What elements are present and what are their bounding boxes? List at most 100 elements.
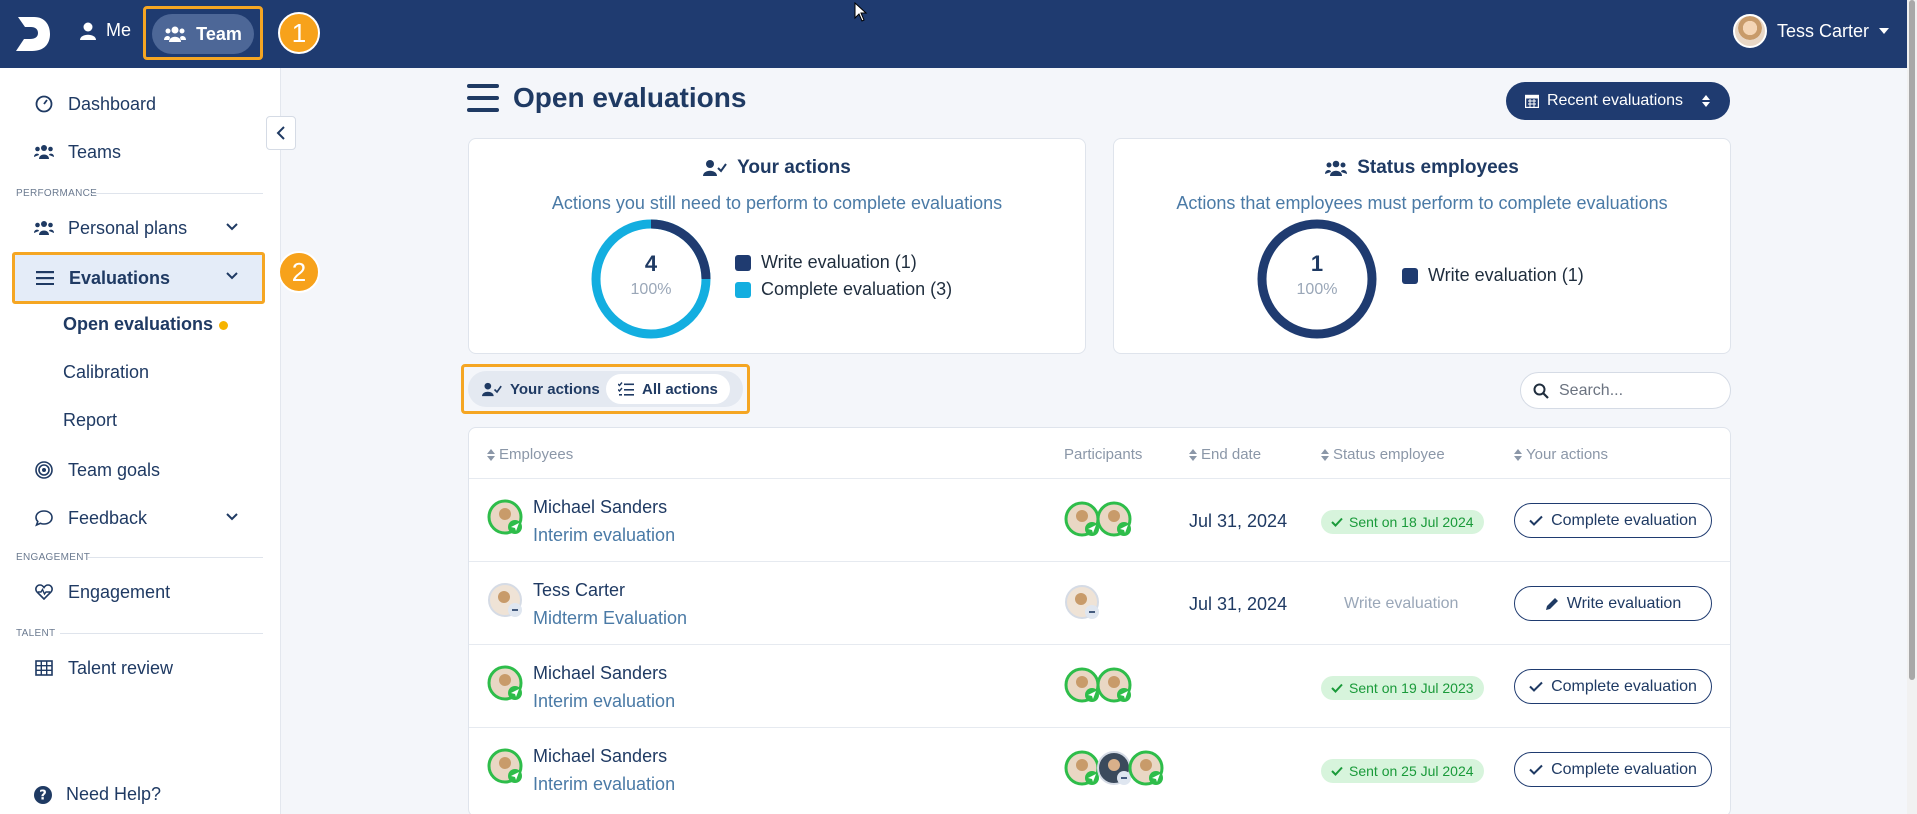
sidebar-item-feedback[interactable]: Feedback (14, 496, 262, 540)
page-scrollbar[interactable] (1907, 0, 1917, 814)
legend-item: Write evaluation (1) (735, 252, 917, 273)
participants (1064, 667, 1132, 703)
action-label: Complete evaluation (1551, 511, 1697, 529)
table-row[interactable]: Michael Sanders Interim evaluation Jul 3… (469, 478, 1730, 560)
search-box[interactable] (1520, 372, 1731, 409)
action-label: Complete evaluation (1551, 677, 1697, 695)
toggle-all-actions[interactable]: All actions (606, 374, 730, 404)
users-icon (34, 218, 54, 238)
sidebar-item-label: Teams (68, 141, 122, 162)
participant-avatar (1096, 667, 1132, 703)
employee-name[interactable]: Michael Sanders (533, 663, 667, 684)
section-divider (60, 633, 263, 634)
column-header-end-date[interactable]: End date (1189, 446, 1261, 463)
pencil-icon (1545, 597, 1558, 610)
sort-icon (1514, 448, 1522, 461)
complete-evaluation-button[interactable]: Complete evaluation (1514, 503, 1712, 538)
legend-swatch (735, 281, 751, 298)
your-actions-card-subtitle: Actions you still need to perform to com… (551, 193, 1003, 213)
sidebar-item-engagement[interactable]: Engagement (14, 570, 262, 614)
sort-icon (1321, 448, 1329, 461)
sidebar-item-teams[interactable]: Teams (14, 130, 262, 174)
list-icon (35, 268, 55, 288)
sidebar-collapse-button[interactable] (266, 116, 296, 150)
employee-avatar (487, 748, 523, 784)
sidebar-item-label: Feedback (68, 507, 148, 528)
evaluations-table: Employees Participants End date Status e… (468, 427, 1731, 814)
sidebar-item-evaluations[interactable]: Evaluations (12, 252, 265, 304)
chat-bubble-icon (34, 508, 54, 528)
me-tab[interactable]: Me (80, 20, 131, 41)
status-label: Sent on 19 Jul 2023 (1349, 680, 1474, 696)
legend-label: Write evaluation (1) (761, 252, 917, 272)
check-icon (1331, 766, 1343, 776)
action-label: Write evaluation (1566, 594, 1682, 612)
table-row[interactable]: Michael Sanders Interim evaluation Sent … (469, 727, 1730, 809)
sidebar-item-dashboard[interactable]: Dashboard (14, 82, 262, 126)
employee-avatar (487, 665, 523, 701)
sidebar-item-team-goals[interactable]: Team goals (14, 448, 262, 492)
actions-toggle: Your actions All actions (468, 371, 743, 407)
step-badge-2: 2 (278, 251, 320, 293)
toggle-your-actions[interactable]: Your actions (470, 374, 612, 404)
card-title-text: Status employees (1357, 157, 1519, 178)
calendar-icon (1524, 94, 1539, 108)
participant-avatar (1128, 750, 1164, 786)
action-label: Complete evaluation (1551, 760, 1697, 778)
question-circle-icon: ? (34, 785, 52, 804)
hamburger-icon[interactable] (467, 84, 499, 112)
table-row[interactable]: Tess Carter Midterm Evaluation Jul 31, 2… (469, 561, 1730, 643)
complete-evaluation-button[interactable]: Complete evaluation (1514, 752, 1712, 787)
sidebar-item-personal-plans[interactable]: Personal plans (14, 206, 262, 250)
your-actions-card: Your actions Actions you still need to p… (468, 138, 1086, 354)
users-icon (1325, 160, 1348, 176)
table-row[interactable]: Michael Sanders Interim evaluation Sent … (469, 644, 1730, 726)
chevron-down-icon (226, 513, 238, 521)
evaluation-type: Midterm Evaluation (533, 608, 688, 628)
scrollbar-thumb[interactable] (1909, 0, 1915, 680)
user-name: Tess Carter (1776, 20, 1869, 41)
need-help-link[interactable]: ? Need Help? (34, 784, 161, 805)
sidebar-subitem-calibration[interactable]: Calibration (63, 362, 149, 383)
employee-name[interactable]: Tess Carter (533, 580, 625, 601)
user-menu[interactable]: Tess Carter (1732, 14, 1889, 48)
evaluation-type: Interim evaluation (533, 525, 676, 545)
section-label-talent: TALENT (16, 628, 56, 639)
user-avatar (1732, 14, 1767, 48)
complete-evaluation-button[interactable]: Complete evaluation (1514, 669, 1712, 704)
header-label: Your actions (1526, 446, 1609, 463)
check-icon (1529, 515, 1543, 526)
end-date: Jul 31, 2024 (1189, 511, 1288, 531)
svg-text:?: ? (39, 788, 47, 803)
sidebar-subitem-open-evaluations[interactable]: Open evaluations (63, 314, 229, 335)
search-input[interactable] (1559, 381, 1709, 400)
status-badge: Sent on 25 Jul 2024 (1321, 759, 1484, 783)
sidebar-subitem-report[interactable]: Report (63, 410, 117, 431)
employee-name[interactable]: Michael Sanders (533, 746, 667, 767)
status-employees-percent: 100% (1296, 281, 1338, 298)
header-label: Status employee (1333, 446, 1445, 463)
column-header-status-employee[interactable]: Status employee (1321, 446, 1445, 463)
column-header-your-actions[interactable]: Your actions (1514, 446, 1608, 463)
sidebar: Dashboard Teams PERFORMANCE Personal pla… (0, 68, 320, 814)
column-header-participants: Participants (1064, 446, 1143, 463)
recent-evaluations-label: Recent evaluations (1546, 92, 1684, 109)
app-logo[interactable] (14, 15, 52, 53)
sort-icon (1702, 95, 1711, 107)
write-evaluation-button[interactable]: Write evaluation (1514, 586, 1712, 621)
participant-avatar (1097, 751, 1131, 785)
section-label-performance: PERFORMANCE (16, 188, 98, 199)
employee-name[interactable]: Michael Sanders (533, 497, 667, 518)
chevron-down-icon (226, 272, 238, 280)
your-actions-card-title: Your actions (469, 157, 1085, 179)
legend-swatch (1402, 267, 1418, 284)
participant-avatar (1096, 501, 1132, 537)
column-header-employees[interactable]: Employees (487, 446, 573, 463)
list-check-icon (618, 382, 634, 396)
sidebar-item-talent-review[interactable]: Talent review (14, 646, 262, 690)
recent-evaluations-button[interactable]: Recent evaluations (1506, 82, 1730, 120)
sort-icon (1189, 448, 1197, 461)
user-icon (80, 22, 96, 40)
status-badge: Sent on 18 Jul 2024 (1321, 510, 1484, 534)
participant-avatar (1064, 667, 1100, 703)
